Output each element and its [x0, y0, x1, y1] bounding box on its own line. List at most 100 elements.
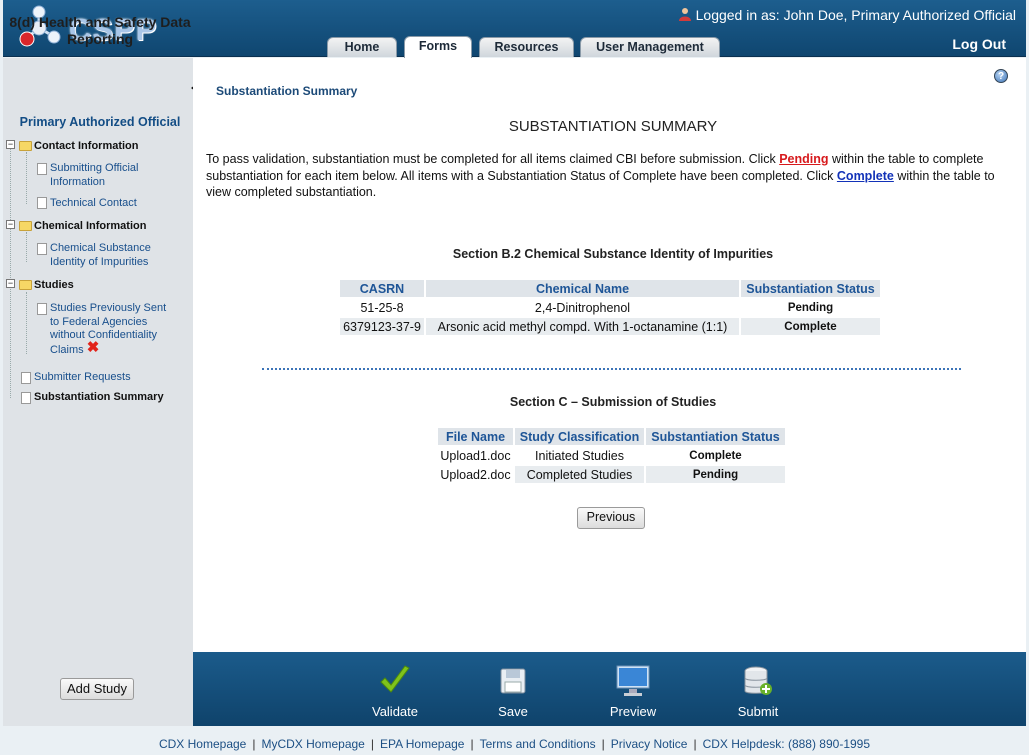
logged-in-prefix: Logged in as: [695, 7, 780, 23]
terms-link[interactable]: Terms and Conditions [480, 737, 596, 751]
tree-connector [26, 152, 27, 204]
sidebar-item-studies-previously-sent[interactable]: Studies Previously Sent to Federal Agenc… [50, 302, 178, 357]
logged-in-user: John Doe, Primary Authorized Official [783, 7, 1016, 23]
logout-link[interactable]: Log Out [952, 36, 1006, 52]
casrn-cell: 51-25-8 [360, 300, 404, 315]
sidebar-item-substantiation-summary[interactable]: Substantiation Summary [34, 391, 164, 405]
save-label: Save [498, 704, 528, 719]
preview-label: Preview [609, 704, 657, 719]
column-header: Study Classification [515, 428, 644, 445]
column-header: Chemical Name [426, 280, 739, 297]
collapse-toggle-icon[interactable]: − [6, 140, 15, 149]
separator: | [470, 737, 474, 751]
document-icon [37, 303, 47, 315]
section-c-table: File Name Study Classification Substanti… [436, 426, 787, 485]
separator: | [370, 737, 374, 751]
table-row: 51-25-8 2,4-Dinitrophenol Pending [340, 299, 880, 316]
tree-connector [26, 232, 27, 262]
document-icon [21, 372, 31, 384]
tree-connector [26, 292, 27, 354]
breadcrumb: Substantiation Summary [216, 84, 358, 98]
sidebar-item-submitter-requests[interactable]: Submitter Requests [34, 371, 131, 385]
document-icon [21, 392, 31, 404]
column-header: Substantiation Status [646, 428, 785, 445]
sidebar-item-chemical-substance-identity[interactable]: Chemical Substance Identity of Impuritie… [50, 242, 170, 269]
sidebar-item-chemical-information[interactable]: Chemical Information [34, 220, 146, 234]
cdx-homepage-link[interactable]: CDX Homepage [159, 737, 246, 751]
table-row: Upload1.doc Initiated Studies Complete [438, 447, 785, 464]
complete-link[interactable]: Complete [837, 169, 894, 183]
monitor-icon [616, 665, 650, 696]
preview-button[interactable]: Preview [598, 664, 668, 719]
previous-button[interactable]: Previous [577, 507, 645, 529]
validate-button[interactable]: Validate [360, 664, 430, 719]
separator: | [601, 737, 605, 751]
status-complete-link[interactable]: Complete [646, 447, 785, 464]
checkmark-icon [380, 665, 410, 693]
chemical-name-cell: 2,4-Dinitrophenol [534, 300, 631, 315]
tab-forms[interactable]: Forms [404, 36, 472, 58]
section-divider [262, 368, 961, 370]
pending-link[interactable]: Pending [779, 152, 828, 166]
sidebar-item-submitting-official[interactable]: Submitting Official Information [50, 162, 180, 189]
intro-text-part: To pass validation, substantiation must … [206, 152, 780, 166]
floppy-disk-icon [500, 668, 526, 694]
table-header-row: File Name Study Classification Substanti… [438, 428, 785, 445]
user-icon [678, 8, 691, 21]
mycdx-homepage-link[interactable]: MyCDX Homepage [261, 737, 364, 751]
tree-connector [10, 148, 11, 398]
casrn-cell: 6379123-37-9 [340, 318, 424, 335]
column-header: Substantiation Status [741, 280, 880, 297]
sidebar-item-contact-information[interactable]: Contact Information [34, 140, 139, 154]
file-name-cell: Upload1.doc [440, 448, 511, 463]
epa-homepage-link[interactable]: EPA Homepage [380, 737, 465, 751]
help-icon[interactable]: ? [994, 69, 1008, 83]
add-study-button[interactable]: Add Study [60, 678, 134, 700]
tab-resources[interactable]: Resources [479, 37, 574, 57]
database-add-icon [744, 666, 772, 695]
separator: | [252, 737, 256, 751]
tab-user-management[interactable]: User Management [580, 37, 720, 57]
privacy-notice-link[interactable]: Privacy Notice [611, 737, 688, 751]
chemical-name-cell: Arsonic acid methyl compd. With 1-octana… [426, 318, 739, 335]
column-header: File Name [438, 428, 513, 445]
status-pending-link[interactable]: Pending [741, 299, 880, 316]
cdx-helpdesk-link[interactable]: CDX Helpdesk: (888) 890-1995 [703, 737, 870, 751]
column-header: CASRN [340, 280, 424, 297]
submit-label: Submit [737, 704, 779, 719]
page-title: SUBSTANTIATION SUMMARY [508, 118, 718, 135]
separator: | [693, 737, 697, 751]
sidebar-item-technical-contact[interactable]: Technical Contact [50, 197, 137, 211]
file-name-cell: Upload2.doc [440, 467, 511, 482]
error-x-icon: ✖ [86, 338, 100, 356]
folder-open-icon [19, 221, 32, 231]
save-button[interactable]: Save [478, 664, 548, 719]
sidebar-item-label: Studies Previously Sent to Federal Agenc… [50, 302, 167, 356]
document-icon [37, 243, 47, 255]
sidebar-role: Primary Authorized Official [19, 115, 181, 129]
table-row: 6379123-37-9 Arsonic acid methyl compd. … [340, 318, 880, 335]
sidebar-item-studies[interactable]: Studies [34, 279, 74, 293]
section-b2-table: CASRN Chemical Name Substantiation Statu… [338, 278, 882, 337]
footer-links: CDX Homepage | MyCDX Homepage | EPA Homepage… [0, 737, 1029, 751]
status-pending-link[interactable]: Pending [646, 466, 785, 483]
folder-open-icon [19, 141, 32, 151]
section-c-title: Section C – Submission of Studies [509, 395, 717, 409]
collapse-toggle-icon[interactable]: − [6, 220, 15, 229]
submit-button[interactable]: Submit [723, 664, 793, 719]
folder-open-icon [19, 280, 32, 290]
main-content [193, 58, 1026, 652]
status-complete-link[interactable]: Complete [741, 318, 880, 335]
sidebar-title: 8(d) Health and Safety Data Reporting [9, 14, 191, 47]
table-header-row: CASRN Chemical Name Substantiation Statu… [340, 280, 880, 297]
document-icon [37, 163, 47, 175]
study-classification-cell: Initiated Studies [535, 448, 624, 463]
document-icon [37, 197, 47, 209]
table-row: Upload2.doc Completed Studies Pending [438, 466, 785, 483]
collapse-toggle-icon[interactable]: − [6, 279, 15, 288]
tab-home[interactable]: Home [327, 37, 397, 57]
study-classification-cell: Completed Studies [515, 466, 644, 483]
logged-in-info: Logged in as: John Doe, Primary Authoriz… [678, 7, 1016, 23]
validate-label: Validate [371, 704, 418, 719]
section-b2-title: Section B.2 Chemical Substance Identity … [452, 247, 774, 261]
